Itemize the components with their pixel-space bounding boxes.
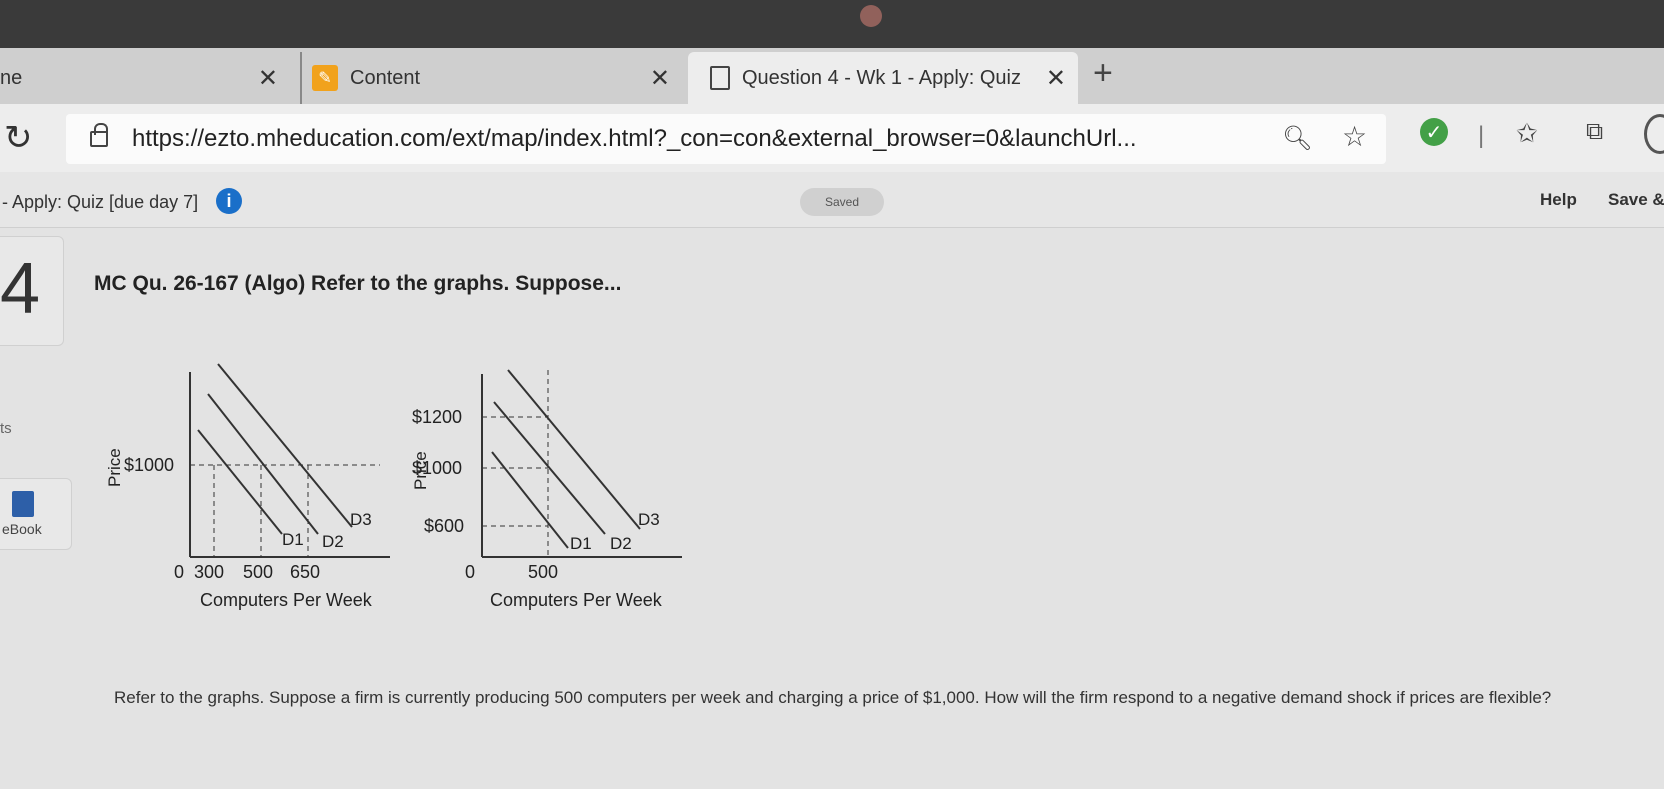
quiz-title: - Apply: Quiz [due day 7] — [2, 192, 199, 212]
tab-title: Question 4 - Wk 1 - Apply: Quiz — [742, 66, 1021, 89]
url-text: https://ezto.mheducation.com/ext/map/ind… — [132, 125, 1137, 152]
graph-b-d3-line — [507, 369, 641, 530]
ebook-label: eBook — [2, 521, 42, 537]
graph-a: $1000 Price 0 300 500 650 Computers Per … — [105, 363, 390, 610]
info-icon[interactable]: i — [216, 188, 242, 214]
url-field[interactable]: https://ezto.mheducation.com/ext/map/ind… — [66, 114, 1386, 164]
browser-tab-question[interactable]: Question 4 - Wk 1 - Apply: Quiz ✕ — [688, 52, 1078, 104]
new-tab-button[interactable]: + — [1093, 54, 1113, 93]
graph-b-x-tick: 500 — [528, 562, 558, 582]
graph-b-d1-line — [491, 451, 569, 549]
lock-icon — [90, 123, 108, 147]
question-number: 4 — [0, 249, 41, 329]
quiz-header: - Apply: Quiz [due day 7] i Saved Help S… — [0, 172, 1664, 228]
graph-b-d1-label: D1 — [570, 534, 592, 553]
reload-icon[interactable]: ↻ — [4, 118, 33, 158]
book-icon — [12, 491, 34, 517]
tab-close-icon[interactable]: ✕ — [1046, 64, 1066, 93]
question-title: MC Qu. 26-167 (Algo) Refer to the graphs… — [94, 272, 622, 295]
graph-b: $1200 $1000 $600 Price 0 500 Computers P… — [411, 369, 682, 610]
extension-check-icon[interactable]: ✓ — [1420, 118, 1448, 146]
browser-tab-1[interactable]: ne ✕ — [0, 52, 290, 104]
profile-icon[interactable] — [1644, 114, 1664, 154]
graph-a-x-tick: 300 — [194, 562, 224, 582]
tab-title: Content — [350, 66, 421, 89]
graph-a-d3-line — [217, 363, 353, 528]
window-top-bar — [0, 0, 1664, 48]
browser-tab-strip: ne ✕ ✎ Content ✕ Question 4 - Wk 1 - App… — [0, 48, 1664, 104]
graph-a-x-tick: 0 — [174, 562, 184, 582]
graph-a-d1-label: D1 — [282, 530, 304, 549]
graph-b-y-tick: $1200 — [412, 407, 462, 427]
ebook-button[interactable]: eBook — [0, 478, 72, 550]
graph-b-y-tick: $600 — [424, 516, 464, 536]
tab-close-icon[interactable]: ✕ — [650, 64, 670, 93]
quiz-page: - Apply: Quiz [due day 7] i Saved Help S… — [0, 172, 1664, 789]
help-button[interactable]: Help — [1540, 190, 1577, 210]
add-favorite-icon[interactable]: ☆ — [1342, 120, 1367, 153]
tab-title: ne — [0, 66, 23, 89]
save-exit-button[interactable]: Save & — [1608, 190, 1664, 210]
browser-tab-content[interactable]: ✎ Content ✕ — [300, 52, 682, 104]
zoom-icon[interactable]: 🔍︎ — [1282, 124, 1312, 153]
demand-graphs: $1000 Price 0 300 500 650 Computers Per … — [105, 363, 682, 610]
question-sidebar: 4 ts eBook — [0, 228, 72, 789]
points-label: ts — [0, 420, 12, 437]
collections-icon[interactable]: ⧉ — [1586, 118, 1603, 146]
graph-b-xlabel: Computers Per Week — [490, 590, 663, 610]
saved-status-badge: Saved — [800, 188, 884, 216]
graph-b-ylabel: Price — [411, 451, 430, 490]
question-text: Refer to the graphs. Suppose a firm is c… — [114, 688, 1552, 707]
camera-dot-icon — [860, 5, 882, 27]
graph-a-x-tick: 500 — [243, 562, 273, 582]
graph-a-d3-label: D3 — [350, 510, 372, 529]
graph-b-d3-label: D3 — [638, 510, 660, 529]
pencil-icon: ✎ — [312, 65, 338, 91]
graph-a-ylabel: Price — [105, 448, 124, 487]
graph-a-d1-line — [197, 429, 283, 535]
address-bar-area: ↻ https://ezto.mheducation.com/ext/map/i… — [0, 104, 1664, 172]
tab-close-icon[interactable]: ✕ — [258, 64, 278, 93]
graph-a-y-tick: $1000 — [124, 455, 174, 475]
page-icon — [710, 66, 730, 90]
graph-b-d2-label: D2 — [610, 534, 632, 553]
graph-a-d2-label: D2 — [322, 532, 344, 551]
graph-a-xlabel: Computers Per Week — [200, 590, 373, 610]
toolbar-separator: | — [1478, 122, 1485, 149]
graph-a-x-tick: 650 — [290, 562, 320, 582]
favorites-icon[interactable]: ✩ — [1516, 118, 1538, 149]
graph-b-x-tick: 0 — [465, 562, 475, 582]
